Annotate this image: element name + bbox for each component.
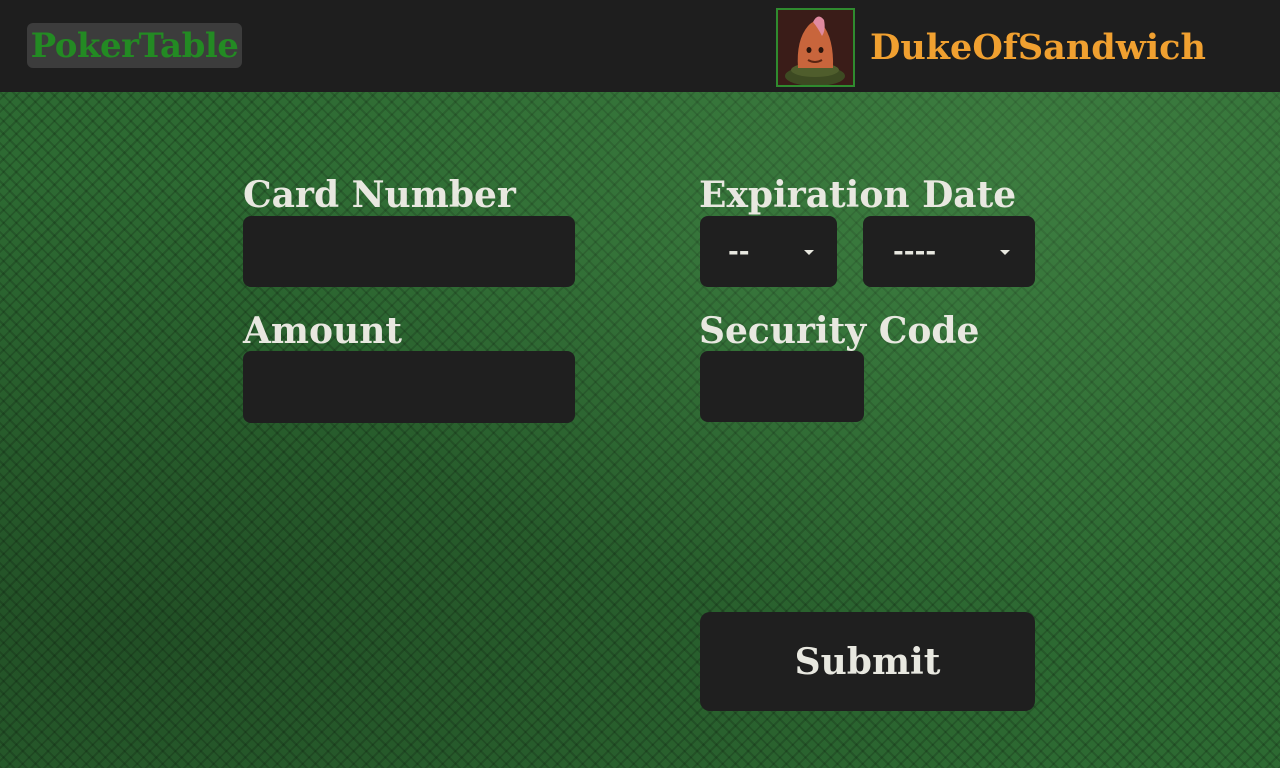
expiration-year-value: ---- <box>893 237 937 267</box>
expiration-month-value: -- <box>728 237 750 267</box>
submit-button[interactable]: Submit <box>700 612 1035 711</box>
amount-label: Amount <box>243 310 403 352</box>
card-number-label: Card Number <box>243 174 516 216</box>
top-bar: PokerTable DukeOfSandwich <box>0 0 1280 92</box>
expiration-date-label: Expiration Date <box>699 174 1017 216</box>
chevron-down-icon <box>804 250 814 255</box>
expiration-year-select[interactable]: ---- <box>863 216 1035 287</box>
security-code-input[interactable] <box>700 351 864 422</box>
security-code-label: Security Code <box>699 310 980 352</box>
user-avatar[interactable] <box>776 8 855 87</box>
amount-input[interactable] <box>243 351 575 423</box>
expiration-month-select[interactable]: -- <box>700 216 837 287</box>
chevron-down-icon <box>1000 250 1010 255</box>
brand-logo-link[interactable]: PokerTable <box>27 23 242 68</box>
ham-character-avatar-icon <box>778 10 853 85</box>
payment-form-area: Card Number Expiration Date -- ---- Amou… <box>0 92 1280 768</box>
card-number-input[interactable] <box>243 216 575 287</box>
username-label[interactable]: DukeOfSandwich <box>870 24 1206 72</box>
